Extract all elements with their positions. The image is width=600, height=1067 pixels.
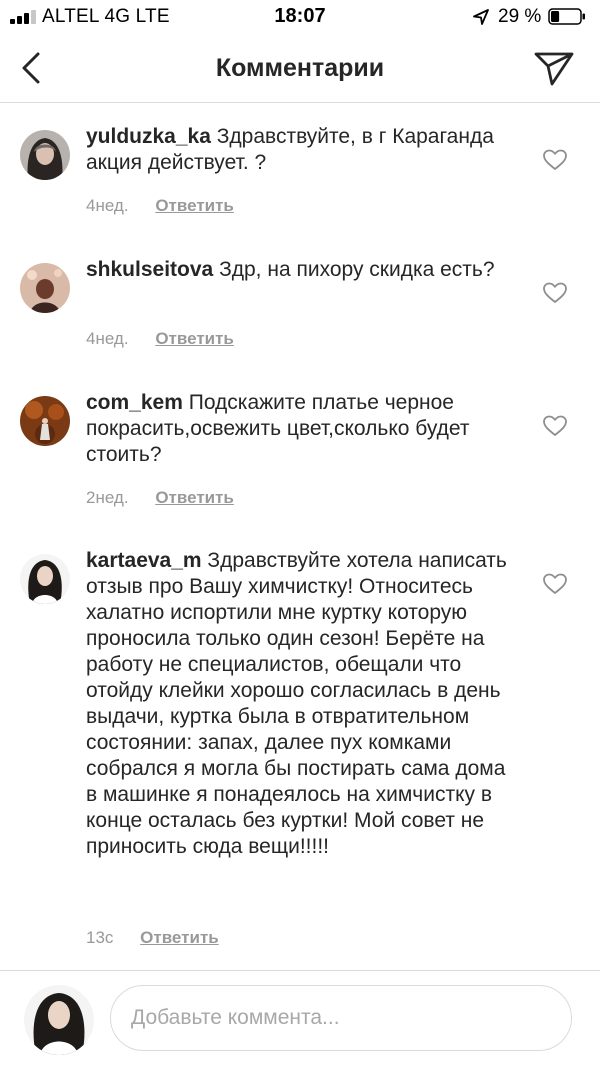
comment-time: 4нед.	[86, 329, 129, 348]
comment-username[interactable]: yulduzka_ka	[86, 125, 211, 148]
comment-body: shkulseitova Здр, на пихору скидка есть?	[86, 257, 516, 283]
comment-body: com_kem Подскажите платье черное покраси…	[86, 390, 516, 468]
comment-meta: 4нед. Ответить	[86, 196, 234, 216]
paper-plane-icon[interactable]	[532, 48, 576, 88]
heart-icon[interactable]	[542, 414, 568, 438]
location-arrow-icon	[473, 9, 489, 25]
comment-time: 2нед.	[86, 488, 129, 507]
reply-button[interactable]: Ответить	[155, 196, 234, 216]
status-bar: ALTEL 4G LTE 18:07 29 %	[0, 0, 600, 34]
page-title: Комментарии	[215, 54, 385, 82]
comment-meta: 2нед. Ответить	[86, 488, 234, 508]
comment-text: Здр, на пихору скидка есть?	[213, 258, 495, 281]
comment-body: kartaeva_m Здравствуйте хотела написать …	[86, 548, 516, 860]
avatar[interactable]	[20, 263, 70, 313]
heart-icon[interactable]	[542, 572, 568, 596]
comment-composer	[0, 970, 600, 1067]
reply-button[interactable]: Ответить	[140, 928, 219, 948]
comment-username[interactable]: kartaeva_m	[86, 549, 202, 572]
header-bar: Комментарии	[0, 34, 600, 103]
reply-button[interactable]: Ответить	[155, 488, 234, 508]
avatar[interactable]	[20, 554, 70, 604]
comment-username[interactable]: com_kem	[86, 391, 183, 414]
comment-meta: 13с Ответить	[86, 928, 219, 948]
heart-icon[interactable]	[542, 148, 568, 172]
comment-time: 4нед.	[86, 196, 129, 215]
avatar	[24, 985, 94, 1055]
heart-icon[interactable]	[542, 281, 568, 305]
reply-button[interactable]: Ответить	[155, 329, 234, 349]
avatar[interactable]	[20, 130, 70, 180]
comment-input[interactable]	[110, 985, 572, 1051]
comment-time: 13с	[86, 928, 114, 947]
comment-meta: 4нед. Ответить	[86, 329, 234, 349]
avatar[interactable]	[20, 396, 70, 446]
comment-username[interactable]: shkulseitova	[86, 258, 213, 281]
comment-body: yulduzka_ka Здравствуйте, в г Караганда …	[86, 124, 516, 176]
battery-icon	[548, 8, 585, 25]
battery-percentage: 29 %	[498, 6, 542, 27]
comment-text: Здравствуйте хотела написать отзыв про В…	[86, 549, 507, 858]
